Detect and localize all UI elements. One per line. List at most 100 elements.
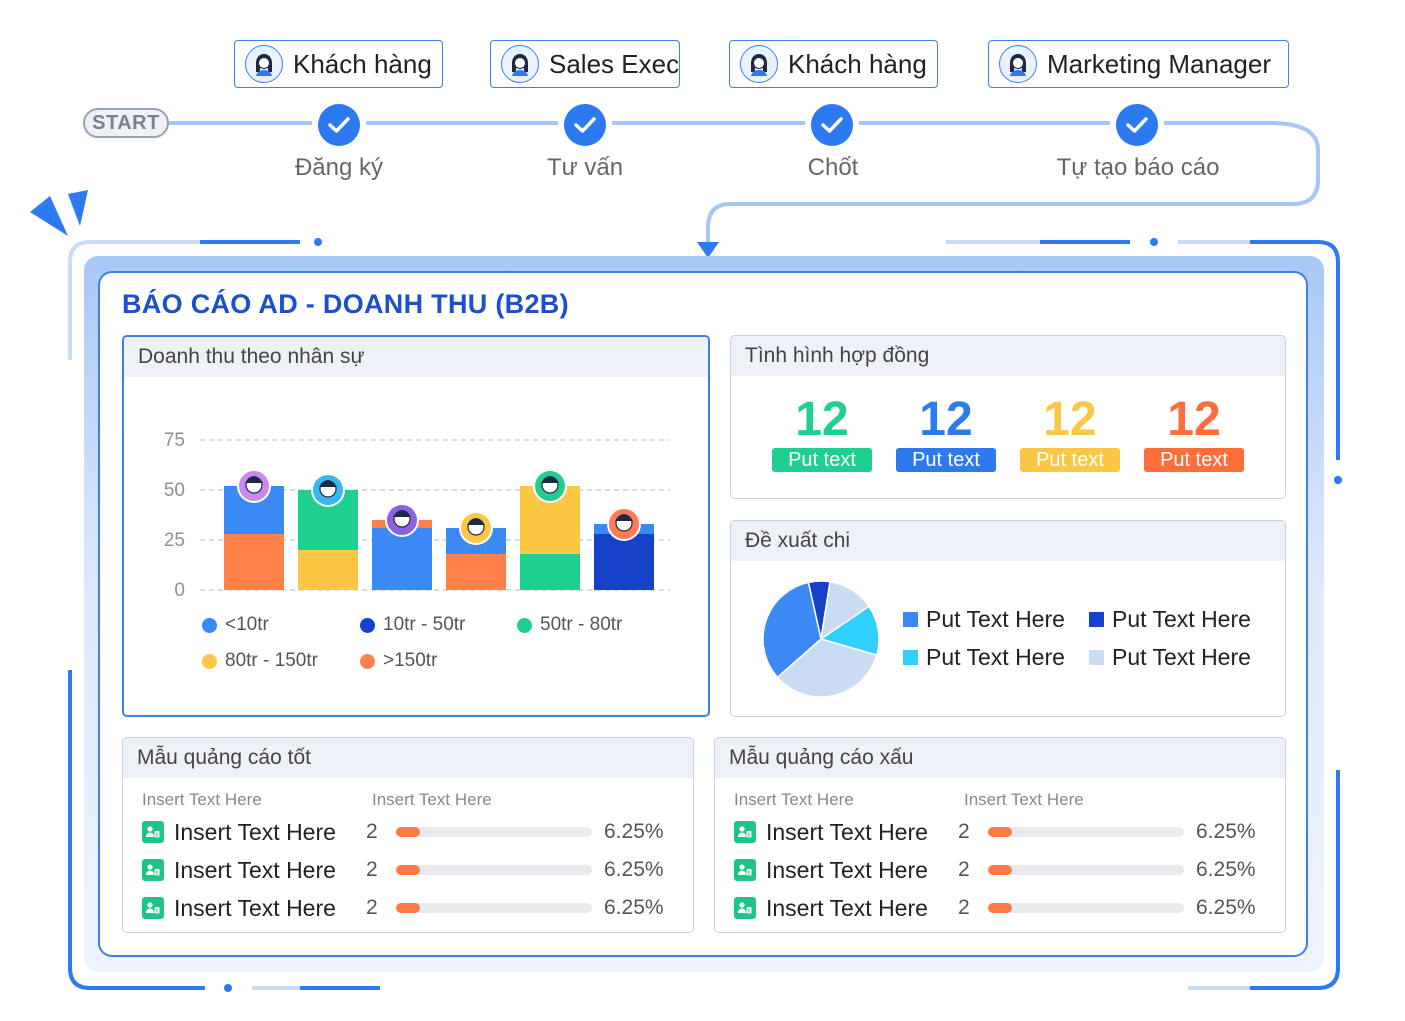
legend-item: 50tr - 80tr bbox=[517, 614, 622, 636]
table-row[interactable]: $ Insert Text Here 2 6.25% bbox=[734, 817, 1256, 847]
column-header: Insert Text Here bbox=[372, 790, 492, 809]
row-percent: 6.25% bbox=[1196, 858, 1256, 881]
legend-dot bbox=[202, 617, 217, 633]
pie-legend-item: Put Text Here bbox=[1089, 644, 1251, 671]
bar-segment bbox=[520, 554, 580, 590]
card-title: Tình hình hợp đồng bbox=[745, 344, 930, 367]
legend-label: Put Text Here bbox=[1112, 606, 1251, 632]
y-tick-label: 75 bbox=[164, 430, 185, 451]
row-percent: 6.25% bbox=[1196, 820, 1256, 843]
progress-bar bbox=[988, 865, 1184, 875]
legend-dot bbox=[517, 617, 532, 633]
revenue-bar-chart: 0 25 50 75 bbox=[164, 430, 670, 601]
legend-swatch bbox=[903, 650, 918, 665]
svg-text:$: $ bbox=[747, 908, 750, 914]
table-row[interactable]: $ Insert Text Here 2 6.25% bbox=[734, 855, 1256, 885]
svg-text:$: $ bbox=[747, 832, 750, 838]
progress-bar bbox=[396, 903, 592, 913]
row-name: Insert Text Here bbox=[174, 894, 336, 921]
table-row[interactable]: $ Insert Text Here 2 6.25% bbox=[142, 855, 664, 885]
row-name: Insert Text Here bbox=[766, 856, 928, 883]
row-count: 2 bbox=[366, 896, 378, 919]
row-count: 2 bbox=[366, 858, 378, 881]
stat-tag: Put text bbox=[1144, 448, 1244, 472]
stat-yellow: 12 Put text bbox=[1020, 392, 1120, 472]
legend-item: <10tr bbox=[202, 614, 269, 636]
stat-tag: Put text bbox=[896, 448, 996, 472]
progress-fill bbox=[988, 903, 1012, 913]
table-row[interactable]: $ Insert Text Here 2 6.25% bbox=[142, 893, 664, 923]
legend-dot bbox=[360, 653, 375, 669]
legend-label: Put Text Here bbox=[926, 644, 1065, 670]
card-title: Mẫu quảng cáo tốt bbox=[137, 746, 311, 769]
legend-item: 10tr - 50tr bbox=[360, 614, 465, 636]
legend-label: 10tr - 50tr bbox=[383, 614, 466, 635]
row-name: Insert Text Here bbox=[174, 818, 336, 845]
table-row[interactable]: $ Insert Text Here 2 6.25% bbox=[142, 817, 664, 847]
card-title: Đề xuất chi bbox=[745, 529, 851, 552]
report-title: BÁO CÁO AD - DOANH THU (B2B) bbox=[122, 289, 569, 319]
progress-fill bbox=[988, 827, 1012, 837]
progress-bar bbox=[988, 903, 1184, 913]
bar-segment bbox=[298, 550, 358, 590]
row-name: Insert Text Here bbox=[766, 818, 928, 845]
bar-segment bbox=[372, 528, 432, 590]
progress-fill bbox=[396, 865, 420, 875]
table-row[interactable]: $ Insert Text Here 2 6.25% bbox=[734, 893, 1256, 923]
column-header: Insert Text Here bbox=[142, 790, 262, 809]
legend-dot bbox=[360, 617, 375, 633]
svg-text:$: $ bbox=[155, 908, 158, 914]
row-count: 2 bbox=[958, 820, 970, 843]
ad-users-icon: $ bbox=[734, 821, 756, 843]
svg-text:$: $ bbox=[747, 870, 750, 876]
pie-legend-item: Put Text Here bbox=[903, 606, 1065, 633]
pie-legend-item: Put Text Here bbox=[903, 644, 1065, 671]
bar-segment bbox=[224, 534, 284, 590]
progress-fill bbox=[396, 827, 420, 837]
bar-segment bbox=[594, 534, 654, 590]
row-percent: 6.25% bbox=[604, 820, 664, 843]
ad-users-icon: $ bbox=[734, 897, 756, 919]
pie-legend-item: Put Text Here bbox=[1089, 606, 1251, 633]
legend-swatch bbox=[1089, 650, 1104, 665]
svg-text:$: $ bbox=[155, 832, 158, 838]
row-percent: 6.25% bbox=[604, 858, 664, 881]
progress-fill bbox=[988, 865, 1012, 875]
legend-label: Put Text Here bbox=[1112, 644, 1251, 670]
legend-label: >150tr bbox=[383, 650, 438, 671]
stat-tag: Put text bbox=[772, 448, 872, 472]
bar-segment bbox=[446, 554, 506, 590]
card-title: Doanh thu theo nhân sự bbox=[138, 345, 365, 368]
row-percent: 6.25% bbox=[1196, 896, 1256, 919]
stat-green: 12 Put text bbox=[772, 392, 872, 472]
spend-pie-chart bbox=[762, 580, 880, 698]
progress-fill bbox=[396, 903, 420, 913]
ad-users-icon: $ bbox=[142, 859, 164, 881]
ad-users-icon: $ bbox=[734, 859, 756, 881]
column-header: Insert Text Here bbox=[964, 790, 1084, 809]
svg-text:$: $ bbox=[155, 870, 158, 876]
ad-users-icon: $ bbox=[142, 821, 164, 843]
ad-users-icon: $ bbox=[142, 897, 164, 919]
legend-dot bbox=[202, 653, 217, 669]
legend-label: Put Text Here bbox=[926, 606, 1065, 632]
row-count: 2 bbox=[958, 858, 970, 881]
progress-bar bbox=[396, 865, 592, 875]
row-percent: 6.25% bbox=[604, 896, 664, 919]
legend-item: >150tr bbox=[360, 650, 437, 672]
y-tick-label: 25 bbox=[164, 530, 185, 551]
progress-bar bbox=[988, 827, 1184, 837]
stat-tag: Put text bbox=[1020, 448, 1120, 472]
row-name: Insert Text Here bbox=[174, 856, 336, 883]
row-count: 2 bbox=[958, 896, 970, 919]
row-count: 2 bbox=[366, 820, 378, 843]
legend-label: <10tr bbox=[225, 614, 269, 635]
stat-value: 12 bbox=[919, 393, 973, 446]
legend-label: 50tr - 80tr bbox=[540, 614, 623, 635]
stat-value: 12 bbox=[1167, 393, 1221, 446]
card-title: Mẫu quảng cáo xấu bbox=[729, 746, 914, 769]
y-tick-label: 50 bbox=[164, 480, 185, 501]
stat-blue: 12 Put text bbox=[896, 392, 996, 472]
stat-value: 12 bbox=[1043, 393, 1097, 446]
legend-item: 80tr - 150tr bbox=[202, 650, 318, 672]
